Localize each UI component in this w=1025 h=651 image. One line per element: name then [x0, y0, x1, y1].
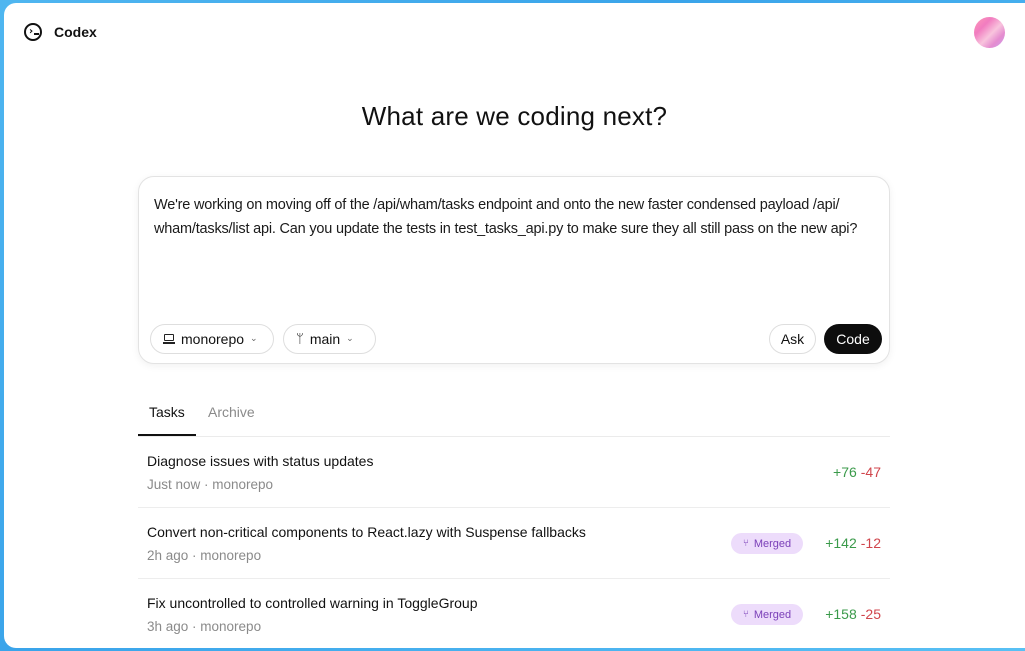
task-row[interactable]: Convert non-critical components to React…: [138, 508, 890, 579]
deletions-count: -25: [860, 606, 881, 622]
task-meta: 2h ago · monorepo: [147, 548, 262, 563]
user-avatar[interactable]: [974, 17, 1005, 48]
task-meta: 3h ago · monorepo: [147, 619, 262, 634]
app-window: › Codex What are we coding next? We're w…: [4, 3, 1025, 648]
task-tabs: Tasks Archive: [138, 399, 890, 437]
code-button[interactable]: Code: [824, 324, 882, 354]
chevron-down-icon: ⌄: [346, 334, 354, 344]
task-title[interactable]: Diagnose issues with status updates: [147, 453, 373, 469]
merged-badge: ⑂ Merged: [731, 604, 803, 625]
ask-button[interactable]: Ask: [769, 324, 816, 354]
badge-label: Merged: [753, 608, 792, 621]
laptop-icon: [163, 334, 175, 344]
deletions-count: -47: [860, 464, 881, 480]
deletions-count: -12: [860, 535, 881, 551]
task-title[interactable]: Fix uncontrolled to controlled warning i…: [147, 595, 478, 611]
app-name[interactable]: Codex: [54, 24, 97, 40]
additions-count: +158: [825, 606, 857, 622]
codex-logo-icon[interactable]: ›: [24, 23, 42, 41]
git-branch-icon: ᛘ: [296, 331, 304, 347]
additions-count: +76: [833, 464, 857, 480]
environment-label: monorepo: [181, 331, 245, 347]
task-meta: Just now · monorepo: [147, 477, 274, 492]
tab-archive[interactable]: Archive: [208, 404, 255, 420]
diff-stats: +142 -12: [825, 535, 881, 551]
git-merge-icon: ⑂: [742, 609, 749, 620]
app-header: › Codex: [24, 23, 97, 41]
active-tab-indicator: [138, 434, 196, 436]
page-title: What are we coding next?: [361, 101, 668, 131]
git-merge-icon: ⑂: [742, 538, 749, 549]
tab-tasks[interactable]: Tasks: [149, 404, 185, 420]
diff-stats: +158 -25: [825, 606, 881, 622]
task-row[interactable]: Fix uncontrolled to controlled warning i…: [138, 579, 890, 648]
chevron-down-icon: ⌄: [250, 334, 258, 344]
task-title[interactable]: Convert non-critical components to React…: [147, 524, 586, 540]
task-row[interactable]: Diagnose issues with status updates Just…: [138, 437, 890, 508]
task-list: Diagnose issues with status updates Just…: [138, 437, 890, 648]
branch-label: main: [309, 331, 341, 347]
prompt-input[interactable]: We're working on moving off of the /api/…: [154, 193, 874, 241]
merged-badge: ⑂ Merged: [731, 533, 803, 554]
badge-label: Merged: [753, 537, 792, 550]
additions-count: +142: [825, 535, 857, 551]
prompt-composer: We're working on moving off of the /api/…: [138, 176, 890, 364]
diff-stats: +76 -47: [833, 464, 881, 480]
branch-selector[interactable]: ᛘ main ⌄: [283, 324, 376, 354]
environment-selector[interactable]: monorepo ⌄: [150, 324, 274, 354]
